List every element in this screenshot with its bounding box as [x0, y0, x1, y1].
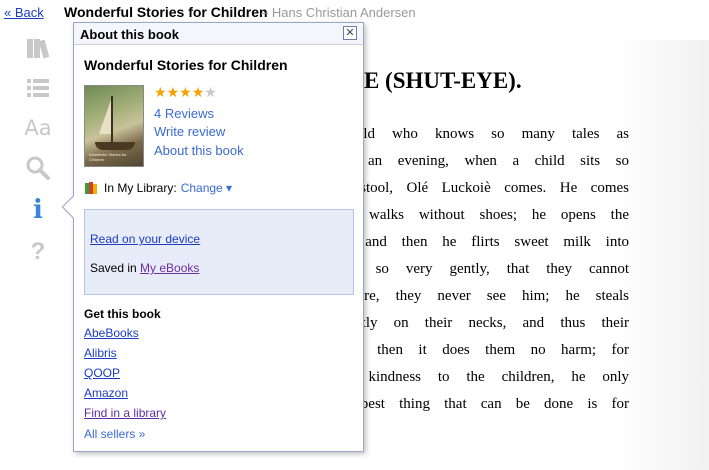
seller-link-abebooks[interactable]: AbeBooks: [84, 326, 139, 340]
text-line: refore, they never see him; he steals: [340, 288, 629, 304]
font-size-icon[interactable]: Aa: [24, 114, 52, 142]
seller-link-qoop[interactable]: QOOP: [84, 366, 120, 380]
rating-stars: ★★★★★: [154, 84, 217, 101]
text-line: he walks without shoes; he opens the: [340, 207, 629, 223]
popup-book-title: Wonderful Stories for Children: [84, 57, 288, 73]
library-row: In My Library: Change ▾: [84, 181, 232, 195]
popup-header: About this book ✕: [74, 23, 363, 45]
text-line: gently on their necks, and thus their: [340, 315, 629, 331]
saved-in-text: Saved in My eBooks: [90, 261, 200, 275]
library-icon: [27, 39, 50, 59]
popup-title: About this book: [80, 27, 179, 42]
star-icon: ★: [191, 84, 205, 100]
seller-link-alibris[interactable]: Alibris: [84, 346, 117, 360]
search-button[interactable]: [24, 154, 52, 182]
star-empty-icon: ★: [204, 84, 217, 100]
star-icon: ★: [154, 84, 167, 100]
book-cover-image[interactable]: Wonderful Stories for Children: [84, 85, 144, 167]
reviews-link[interactable]: 4 Reviews: [154, 106, 214, 121]
write-review-link[interactable]: Write review: [154, 124, 225, 139]
close-button[interactable]: ✕: [343, 26, 357, 40]
change-dropdown[interactable]: Change ▾: [181, 181, 232, 195]
top-bar: « Back Wonderful Stories for Children – …: [0, 0, 709, 24]
library-label: In My Library:: [104, 181, 177, 195]
find-in-library-link[interactable]: Find in a library: [84, 406, 166, 420]
about-book-popup: About this book ✕ Wonderful Stories for …: [61, 22, 364, 452]
chapter-title: IE (SHUT-EYE).: [355, 68, 522, 93]
get-book-heading: Get this book: [84, 307, 161, 321]
popup-pointer: [61, 195, 85, 219]
text-line: In an evening, when a child sits so: [340, 153, 629, 169]
ebook-box: Read on your device Saved in My eBooks: [84, 209, 354, 295]
seller-link-amazon[interactable]: Amazon: [84, 386, 128, 400]
book-author: – Hans Christian Andersen: [261, 5, 416, 20]
about-book-link[interactable]: About this book: [154, 143, 244, 158]
star-icon: ★: [179, 84, 192, 100]
text-line: e stool, Olé Luckoiè comes. He comes: [340, 180, 629, 196]
text-line: e, and then he flirts sweet milk into: [340, 234, 629, 250]
library-button[interactable]: [24, 34, 52, 62]
text-line: But then it does them no harm; for: [340, 342, 629, 358]
info-icon[interactable]: i: [24, 195, 52, 225]
text-line: ut kindness to the children, he only: [340, 369, 629, 385]
text-line: e best thing that can be done is for: [340, 396, 629, 412]
all-sellers-link[interactable]: All sellers »: [84, 427, 145, 441]
help-icon[interactable]: ?: [24, 238, 52, 266]
search-icon: [26, 156, 50, 180]
cover-text: Wonderful Stories for Children: [89, 152, 127, 162]
book-title: Wonderful Stories for Children: [64, 4, 268, 20]
contents-button[interactable]: [24, 74, 52, 102]
text-line: world who knows so many tales as: [340, 126, 629, 142]
star-icon: ★: [166, 84, 180, 100]
my-ebooks-link[interactable]: My eBooks: [140, 261, 199, 275]
text-line: tly, so very gently, that they cannot: [340, 261, 629, 277]
back-link[interactable]: « Back: [4, 5, 44, 20]
books-icon: [85, 182, 97, 194]
read-on-device-link[interactable]: Read on your device: [90, 232, 200, 246]
contents-icon: [27, 79, 49, 97]
